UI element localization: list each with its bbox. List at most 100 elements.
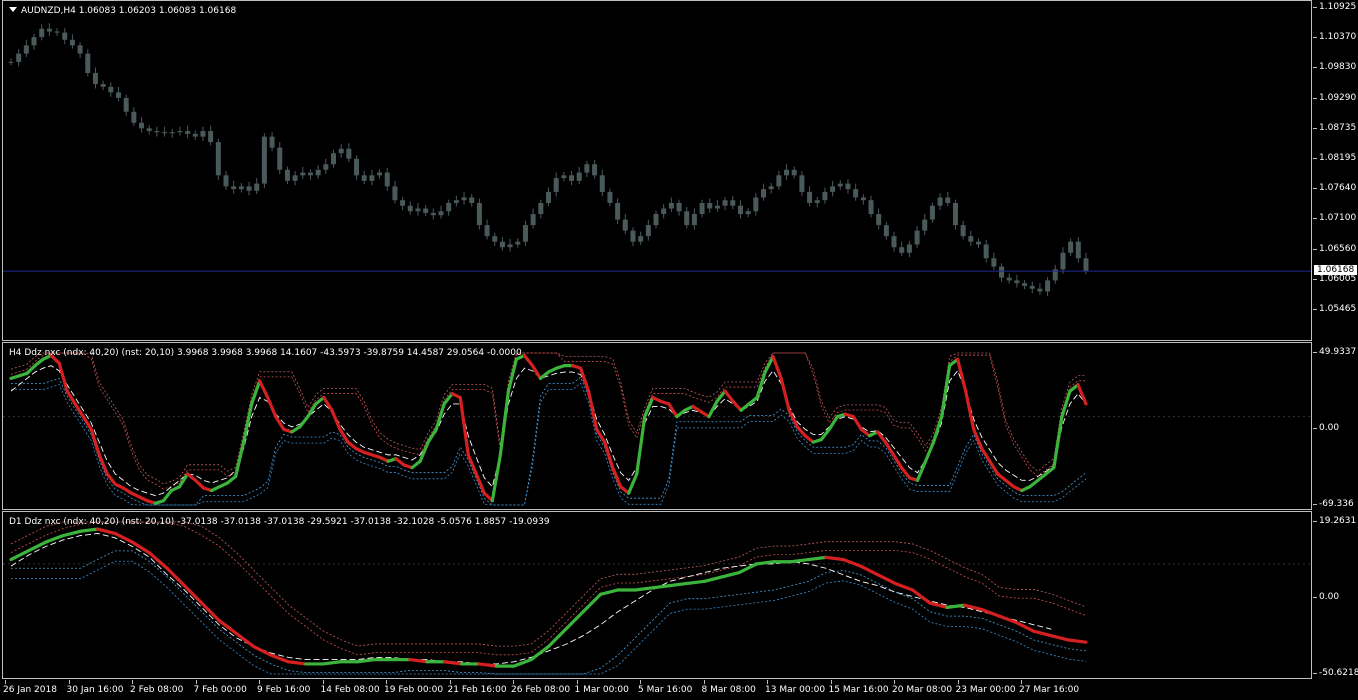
candle-body xyxy=(292,175,298,181)
main-line-segment xyxy=(876,573,897,586)
main-line-segment xyxy=(841,557,863,568)
chevron-down-icon[interactable] xyxy=(9,7,17,12)
main-line-segment xyxy=(858,564,880,577)
main-line-segment xyxy=(498,389,510,457)
candle-body xyxy=(546,191,551,203)
h4-axis[interactable]: 49.9337 0.00 -69.336 xyxy=(1313,342,1358,510)
main-line-segment xyxy=(819,427,831,442)
main-line-segment xyxy=(530,364,543,381)
main-line-segment xyxy=(546,627,568,649)
candle-body xyxy=(92,72,98,85)
candle-body xyxy=(338,148,344,154)
candle-body xyxy=(968,236,974,242)
price-chart-pane[interactable]: AUDNZD,H4 1.06083 1.06203 1.06083 1.0616… xyxy=(2,0,1312,341)
candle-body xyxy=(569,175,575,181)
x-axis-label: 14 Feb 08:00 xyxy=(320,685,380,695)
candle-body xyxy=(169,132,175,134)
candle-body xyxy=(77,45,83,54)
price-axis[interactable]: 1.10925 1.10370 1.09830 1.09290 1.08735 1.081… xyxy=(1313,0,1358,341)
main-line-segment xyxy=(252,644,273,657)
main-line-segment xyxy=(9,549,30,562)
candle-body xyxy=(492,236,498,242)
y-axis-label: 1.10370 xyxy=(1319,32,1357,43)
main-line-segment xyxy=(25,364,37,375)
candle-body xyxy=(922,219,928,231)
d1-axis[interactable]: 19.2631 0.00 -50.6218 xyxy=(1313,511,1358,679)
candle-body xyxy=(85,53,91,73)
main-line-segment xyxy=(928,601,949,609)
candle-body xyxy=(16,53,22,62)
candle-body xyxy=(522,225,528,242)
candle-body xyxy=(684,211,690,226)
candle-body xyxy=(976,241,981,245)
main-line-segment xyxy=(529,644,551,662)
main-line-segment xyxy=(322,395,334,412)
signal-line xyxy=(10,365,1087,497)
main-line-segment xyxy=(418,440,430,463)
candle-body xyxy=(661,208,667,215)
x-axis-tick xyxy=(259,680,260,684)
candle-body xyxy=(668,202,674,209)
candle-body xyxy=(845,183,851,190)
main-line-segment xyxy=(78,527,100,533)
y-axis-label: 1.08735 xyxy=(1319,122,1357,133)
main-line-segment xyxy=(1060,389,1072,419)
candle-body xyxy=(561,175,567,179)
candle-body xyxy=(553,178,559,192)
main-line-segment xyxy=(26,540,48,553)
candle-body xyxy=(1022,283,1028,286)
candle-body xyxy=(315,169,321,176)
main-line-segment xyxy=(330,408,342,431)
h4-indicator-pane[interactable]: H4 Ddz nxc (ndx: 40,20) (nst: 20,10) 3.9… xyxy=(2,342,1312,510)
main-line-segment xyxy=(1052,415,1064,470)
candle-body xyxy=(307,172,313,176)
candle-body xyxy=(438,211,444,216)
y-axis-label: -50.6218 xyxy=(1319,668,1358,678)
envelope-band xyxy=(11,560,1087,675)
candle-body xyxy=(31,37,37,46)
main-line-segment xyxy=(269,653,291,664)
y-axis-label: 1.05465 xyxy=(1319,304,1357,314)
candle-body xyxy=(69,39,75,46)
main-line-segment xyxy=(408,657,429,664)
y-axis-tick xyxy=(1313,97,1317,99)
y-axis-label: 1.07640 xyxy=(1319,183,1357,194)
candle-body xyxy=(707,202,713,209)
main-line-segment xyxy=(442,660,464,666)
candle-body xyxy=(392,186,398,201)
time-axis[interactable]: 26 Jan 2018 30 Jan 16:00 2 Feb 08:00 7 Feb … xyxy=(0,680,1358,700)
main-line-segment xyxy=(707,399,719,419)
candle-body xyxy=(645,225,651,237)
main-line-segment xyxy=(731,399,743,412)
candle-body xyxy=(185,131,191,134)
candle-body xyxy=(576,172,582,181)
y-axis-label: 1.08195 xyxy=(1319,153,1357,163)
main-line-segment xyxy=(685,579,707,586)
main-line-segment xyxy=(466,453,478,476)
y-axis-label: 49.9337 xyxy=(1319,347,1357,357)
candle-body xyxy=(638,236,644,242)
candle-body xyxy=(1060,252,1066,270)
envelope-band xyxy=(10,521,1087,656)
candle-body xyxy=(776,175,782,187)
candle-body xyxy=(530,214,536,226)
candle-body xyxy=(999,266,1005,278)
candle-body xyxy=(192,133,198,137)
x-axis-label: 21 Feb 16:00 xyxy=(447,685,507,695)
candle-body xyxy=(814,200,820,203)
candle-body xyxy=(853,189,859,198)
candle-body xyxy=(131,111,137,123)
candle-body xyxy=(46,28,52,32)
main-line-segment xyxy=(779,376,791,412)
candle-body xyxy=(737,205,743,215)
y-axis-tick xyxy=(1313,673,1317,674)
x-axis-label: 23 Mar 00:00 xyxy=(955,685,1016,695)
y-axis-tick xyxy=(1313,309,1317,310)
d1-indicator-pane[interactable]: D1 Ddz nxc (ndx: 40,20) (nst: 20,10) -37… xyxy=(2,511,1312,679)
main-line-segment xyxy=(474,472,486,495)
candle-body xyxy=(154,131,160,133)
x-axis-tick xyxy=(132,680,133,684)
main-line-segment xyxy=(182,584,204,605)
main-line-segment xyxy=(763,355,775,374)
main-line-segment xyxy=(771,355,783,381)
